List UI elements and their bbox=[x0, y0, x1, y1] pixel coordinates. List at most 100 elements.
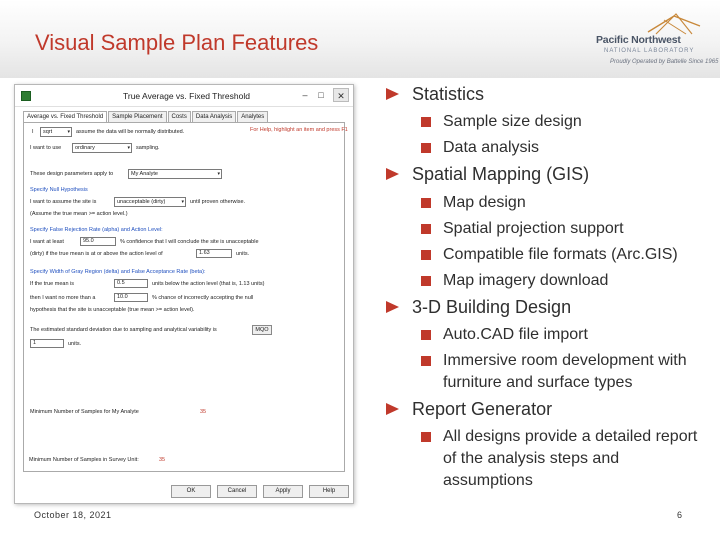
site-state-value: unacceptable (dirty) bbox=[117, 199, 166, 205]
until-text: until proven otherwise. bbox=[190, 199, 246, 205]
square-bullet-icon bbox=[421, 432, 431, 442]
if-true-mean: If the true mean is bbox=[30, 281, 75, 287]
min-samples-survey-label: Minimum Number of Samples in Survey Unit… bbox=[29, 457, 139, 463]
dirty-text: (dirty) if the true mean is at or above … bbox=[30, 251, 163, 257]
square-bullet-icon bbox=[421, 276, 431, 286]
triangle-bullet-icon bbox=[386, 168, 399, 180]
square-bullet-icon bbox=[421, 250, 431, 260]
sub-bullet: Sample size design bbox=[421, 111, 713, 133]
logo-line-1: Pacific Northwest bbox=[596, 34, 681, 46]
logo-mark-icon bbox=[647, 13, 701, 35]
label-i: I bbox=[32, 129, 34, 135]
delta-input[interactable]: 0.5 bbox=[114, 279, 148, 288]
square-bullet-icon bbox=[421, 143, 431, 153]
std-dev-units: units. bbox=[68, 341, 82, 347]
square-bullet-icon bbox=[421, 224, 431, 234]
help-button[interactable]: Help bbox=[309, 485, 349, 498]
app-icon bbox=[21, 91, 31, 101]
slide-title: Visual Sample Plan Features bbox=[35, 30, 319, 55]
minimize-icon[interactable]: – bbox=[297, 88, 313, 102]
sampling-type-select[interactable]: ordinary ▾ bbox=[72, 143, 132, 153]
sub-bullet-label: Map design bbox=[443, 194, 526, 211]
square-bullet-icon bbox=[421, 198, 431, 208]
cancel-button[interactable]: Cancel bbox=[217, 485, 257, 498]
dialog-titlebar: True Average vs. Fixed Threshold – □ ✕ bbox=[15, 85, 353, 107]
triangle-bullet-icon bbox=[386, 403, 399, 415]
triangle-bullet-icon bbox=[386, 88, 399, 100]
sub-bullet: Immersive room development with furnitur… bbox=[421, 350, 708, 394]
std-dev-input[interactable]: 1 bbox=[30, 339, 64, 348]
want-least: I want at least bbox=[30, 239, 64, 245]
assume-select[interactable]: sqrt ▾ bbox=[40, 127, 72, 137]
hypothesis-text: hypothesis that the site is unacceptable… bbox=[30, 307, 195, 313]
maximize-icon[interactable]: □ bbox=[313, 88, 329, 102]
want-label: I want to use bbox=[30, 145, 62, 151]
std-dev-text: The estimated standard deviation due to … bbox=[30, 327, 217, 333]
sub-bullet: Spatial projection support bbox=[421, 218, 713, 240]
sub-bullet: Compatible file formats (Arc.GIS) bbox=[421, 244, 713, 266]
bullet-statistics: Statistics bbox=[386, 84, 485, 105]
action-level-input[interactable]: 1.63 bbox=[196, 249, 232, 258]
dialog-panel: I sqrt ▾ assume the data will be normally… bbox=[23, 122, 348, 472]
min-samples-analyte-label: Minimum Number of Samples for My Analyte bbox=[30, 409, 139, 415]
sub-bullet-label: Immersive room development with furnitur… bbox=[443, 352, 687, 391]
triangle-bullet-icon bbox=[386, 301, 399, 313]
beta-input[interactable]: 10.0 bbox=[114, 293, 148, 302]
bullet-label: Report Generator bbox=[412, 399, 553, 419]
logo-line-3: Proudly Operated by Battelle Since 1965 bbox=[610, 59, 719, 65]
sampling-label: sampling. bbox=[136, 145, 160, 151]
ok-button[interactable]: OK bbox=[171, 485, 211, 498]
action-level-units: units. bbox=[236, 251, 250, 257]
below-text: units below the action level (that is, 1… bbox=[152, 281, 265, 287]
close-icon[interactable]: ✕ bbox=[333, 88, 349, 102]
vsp-dialog-window: True Average vs. Fixed Threshold – □ ✕ A… bbox=[14, 84, 354, 504]
null-hyp-heading: Specify Null Hypothesis bbox=[30, 187, 88, 193]
analyte-value: My Analyte bbox=[131, 171, 158, 177]
sub-bullet: Data analysis bbox=[421, 137, 713, 159]
square-bullet-icon bbox=[421, 356, 431, 366]
assume-value: sqrt bbox=[43, 129, 53, 135]
sub-bullet-label: Map imagery download bbox=[443, 272, 609, 289]
bullet-report-generator: Report Generator bbox=[386, 399, 553, 420]
page-number: 6 bbox=[677, 510, 683, 520]
footer-date: October 18, 2021 bbox=[34, 510, 112, 520]
bullet-label: Spatial Mapping (GIS) bbox=[412, 164, 590, 184]
assume-site-label: I want to assume the site is bbox=[30, 199, 97, 205]
sub-bullet: Map design bbox=[421, 192, 713, 214]
assume-text: assume the data will be normally distrib… bbox=[76, 129, 185, 135]
header-band: Visual Sample Plan Features Pacific Nort… bbox=[0, 0, 720, 78]
gray-region-heading: Specify Width of Gray Region (delta) and… bbox=[30, 269, 206, 275]
assume-true-mean: (Assume the true mean >= action level.) bbox=[30, 211, 128, 217]
mqo-button[interactable]: MQO bbox=[252, 325, 272, 335]
confidence-input[interactable]: 95.0 bbox=[80, 237, 116, 246]
sub-bullet-label: Sample size design bbox=[443, 113, 582, 130]
analyte-select[interactable]: My Analyte ▾ bbox=[128, 169, 222, 179]
dialog-title: True Average vs. Fixed Threshold bbox=[123, 91, 250, 101]
sampling-type-value: ordinary bbox=[75, 145, 95, 151]
bullet-label: Statistics bbox=[412, 84, 485, 104]
sub-bullet: All designs provide a detailed report of… bbox=[421, 426, 708, 492]
confidence-text: % confidence that I will conclude the si… bbox=[120, 239, 259, 245]
sub-bullet: Auto.CAD file import bbox=[421, 324, 713, 346]
chance-text: % chance of incorrectly accepting the nu… bbox=[152, 295, 254, 301]
help-hint: For Help, highlight an item and press F1 bbox=[250, 127, 348, 133]
sub-bullet: Map imagery download bbox=[421, 270, 713, 292]
min-samples-analyte-value: 35 bbox=[200, 409, 207, 415]
then-want: then I want no more than a bbox=[30, 295, 96, 301]
pnnl-logo: Pacific Northwest NATIONAL LABORATORY Pr… bbox=[596, 12, 718, 70]
sub-bullet-label: All designs provide a detailed report of… bbox=[443, 428, 698, 489]
bullet-label: 3-D Building Design bbox=[412, 297, 572, 317]
slide: Visual Sample Plan Features Pacific Nort… bbox=[0, 0, 720, 540]
false-rejection-heading: Specify False Rejection Rate (alpha) and… bbox=[30, 227, 163, 233]
bullet-3d-building: 3-D Building Design bbox=[386, 297, 572, 318]
sub-bullet-label: Data analysis bbox=[443, 139, 540, 156]
sub-bullet-label: Compatible file formats (Arc.GIS) bbox=[443, 246, 678, 263]
site-state-select[interactable]: unacceptable (dirty) ▾ bbox=[114, 197, 186, 207]
min-samples-survey-value: 35 bbox=[159, 457, 166, 463]
apply-button[interactable]: Apply bbox=[263, 485, 303, 498]
square-bullet-icon bbox=[421, 117, 431, 127]
sub-bullet-label: Auto.CAD file import bbox=[443, 326, 588, 343]
design-params-label: These design parameters apply to bbox=[30, 171, 114, 177]
sub-bullet-label: Spatial projection support bbox=[443, 220, 624, 237]
bullet-spatial-mapping: Spatial Mapping (GIS) bbox=[386, 164, 590, 185]
